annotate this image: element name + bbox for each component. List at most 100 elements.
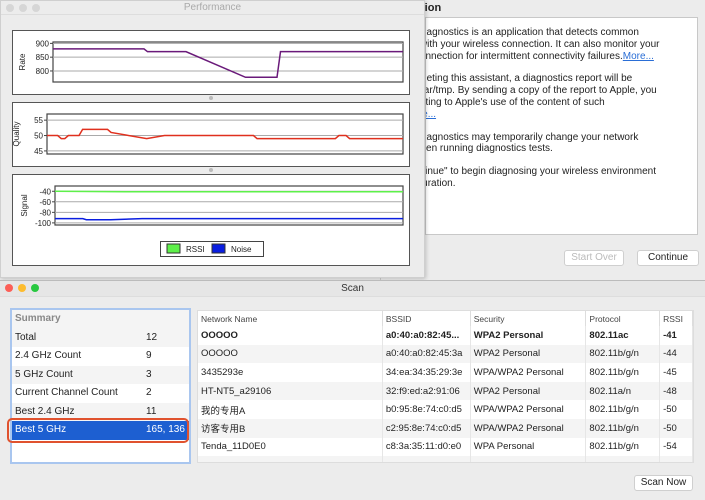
window-title: Scan xyxy=(341,283,364,294)
column-header[interactable]: Protocol xyxy=(585,311,661,326)
paragraph-line: saved in /var/tmp. By sending a copy of … xyxy=(426,85,657,97)
legend-swatch xyxy=(166,243,181,254)
table-cell: WPA/WPA2 Personal xyxy=(470,363,587,382)
paragraph-line: Wireless Diagnostics is an application t… xyxy=(426,27,639,38)
table-cell: a0:40:a0:82:45... xyxy=(382,326,471,345)
table-cell: 32:f9:ed:a2:91:06 xyxy=(382,381,471,401)
rssi-series-line xyxy=(54,190,403,193)
zoom-button[interactable] xyxy=(31,284,39,292)
plot-area xyxy=(52,41,404,83)
table-row[interactable]: 3435293e 34:ea:34:35:29:3e WPA/WPA2 Person… xyxy=(198,363,693,382)
table-cell: 802.11b/g/n xyxy=(585,344,661,364)
summary-value: 2 xyxy=(146,387,152,398)
table-cell: 802.11b/g/n xyxy=(585,363,661,382)
continue-button[interactable]: Continue xyxy=(637,250,699,266)
column-header[interactable]: BSSID xyxy=(382,311,471,326)
y-axis-label: Signal xyxy=(20,194,29,216)
legend-label: Noise xyxy=(231,245,252,254)
assistant-window: tion Wireless Diagnostics is an applicat… xyxy=(380,0,705,280)
table-cell: -44 xyxy=(659,344,693,364)
paragraph-line: Wireless Diagnostics may temporarily cha… xyxy=(426,131,639,143)
y-axis-label: Rate xyxy=(18,53,27,70)
paragraph-line: After completing this assistant, a diagn… xyxy=(426,73,633,85)
intro-paragraph: Wireless Diagnostics is an application t… xyxy=(425,27,693,62)
table-row[interactable]: 访客专用B c2:95:8e:74:c0:d5 WPA/WPA2 Personal 8… xyxy=(198,418,693,438)
y-tick-label: 850 xyxy=(36,53,50,62)
legend-swatch xyxy=(211,243,226,254)
table-cell: OOOOO xyxy=(198,344,383,364)
resize-handle[interactable] xyxy=(209,168,213,172)
summary-row[interactable]: Current Channel Count 2 xyxy=(12,384,189,403)
selection-highlight xyxy=(7,418,189,443)
table-cell: -48 xyxy=(659,381,693,401)
table-cell: Tenda_11D0E0 xyxy=(198,437,383,457)
summary-header: Summary xyxy=(12,310,189,329)
resize-handle[interactable] xyxy=(209,96,213,100)
close-button[interactable] xyxy=(5,284,13,292)
paragraph-line: wireless connection for intermittent con… xyxy=(425,50,623,62)
table-cell: 访客专用B xyxy=(198,418,383,438)
y-tick-label: 50 xyxy=(34,132,43,141)
table-cell: a0:40:a0:82:45:3a xyxy=(382,344,471,364)
column-header[interactable]: RSSI xyxy=(659,311,693,326)
table-cell: 我的专用A xyxy=(198,400,383,419)
table-cell: WPA2 Personal xyxy=(470,381,587,401)
table-cell: WPA/WPA2 Personal xyxy=(470,418,587,438)
table-cell: -54 xyxy=(659,437,693,457)
intro-paragraph: After completing this assistant, a diagn… xyxy=(426,73,693,120)
summary-value: 9 xyxy=(146,350,152,361)
more-link[interactable]: More... xyxy=(426,109,436,120)
summary-row[interactable]: Total 12 xyxy=(12,328,189,347)
paragraph-line: Click "Continue" to begin diagnosing you… xyxy=(425,166,657,178)
minimize-button[interactable] xyxy=(18,284,26,292)
table-cell: WPA Personal xyxy=(470,437,587,457)
y-tick-label: -80 xyxy=(39,208,51,217)
table-row[interactable]: OOOOO a0:40:a0:82:45:3a WPA2 Personal 802.1… xyxy=(198,344,693,364)
scan-window: Scan Summary Total 12 2.4 GHz Count 9 5 GHz … xyxy=(0,280,705,500)
table-cell: WPA2 Personal xyxy=(470,344,587,364)
table-row[interactable]: HT-NT5_a29106 32:f9:ed:a2:91:06 WPA2 Perso… xyxy=(198,381,693,401)
summary-value: 12 xyxy=(146,331,158,343)
table-cell: WPA/WPA2 Personal xyxy=(470,400,587,419)
assistant-intro-text: Wireless Diagnostics is an application t… xyxy=(425,17,698,235)
more-link[interactable]: More... xyxy=(623,51,654,62)
table-cell: c8:3a:35:11:d0:e0 xyxy=(382,437,471,457)
summary-label: 5 GHz Count xyxy=(15,368,73,380)
column-header[interactable]: Network Name xyxy=(198,311,383,326)
y-tick-label: 55 xyxy=(34,116,43,125)
scan-now-button[interactable]: Scan Now xyxy=(634,475,693,491)
table-cell: WPA2 Personal xyxy=(470,326,587,345)
performance-charts: 900 850 800 Rate 55 50 45 Quality -40 -60-80 -100 S… xyxy=(12,30,410,266)
summary-row[interactable]: 2.4 GHz Count 9 xyxy=(12,347,189,366)
y-tick-label: -60 xyxy=(39,198,51,207)
summary-label: 2.4 GHz Count xyxy=(15,350,82,361)
table-row[interactable]: 我的专用A b0:95:8e:74:c0:d5 WPA/WPA2 Personal 8… xyxy=(198,400,693,419)
intro-paragraph: Click "Continue" to begin diagnosing you… xyxy=(425,166,693,190)
table-row-partial[interactable] xyxy=(198,456,693,462)
summary-label: Current Channel Count xyxy=(15,387,118,398)
column-header[interactable]: Security xyxy=(470,311,587,326)
y-axis-label: Quality xyxy=(12,122,21,147)
table-cell: 802.11b/g/n xyxy=(585,400,661,419)
y-tick-label: -40 xyxy=(39,187,51,196)
table-cell: c2:95:8e:74:c0:d5 xyxy=(382,418,471,438)
paragraph-line: problems with your wireless connection. … xyxy=(426,38,660,50)
table-cell: 802.11b/g/n xyxy=(585,418,661,438)
paragraph-line: and configuration. xyxy=(426,177,456,189)
start-over-button[interactable]: Start Over xyxy=(564,250,624,266)
table-cell: 3435293e xyxy=(198,363,383,382)
y-tick-label: 900 xyxy=(36,39,50,48)
summary-row[interactable]: 5 GHz Count 3 xyxy=(12,365,189,384)
table-cell: -41 xyxy=(659,326,693,345)
table-row[interactable]: OOOOO a0:40:a0:82:45... WPA2 Personal 802.1… xyxy=(198,326,693,345)
summary-value: 3 xyxy=(146,368,152,380)
table-cell: -45 xyxy=(659,363,693,382)
table-cell: 802.11ac xyxy=(585,326,661,345)
title-bar: Scan xyxy=(0,281,705,297)
table-row[interactable]: Tenda_11D0E0 c8:3a:35:11:d0:e0 WPA Persona… xyxy=(198,437,693,457)
legend-label: RSSI xyxy=(186,245,205,254)
paragraph-line: settings when running diagnostics tests. xyxy=(426,143,553,155)
table-cell: 34:ea:34:35:29:3e xyxy=(382,363,471,382)
summary-label: Total xyxy=(15,331,37,343)
summary-label: Best 2.4 GHz xyxy=(15,405,75,417)
